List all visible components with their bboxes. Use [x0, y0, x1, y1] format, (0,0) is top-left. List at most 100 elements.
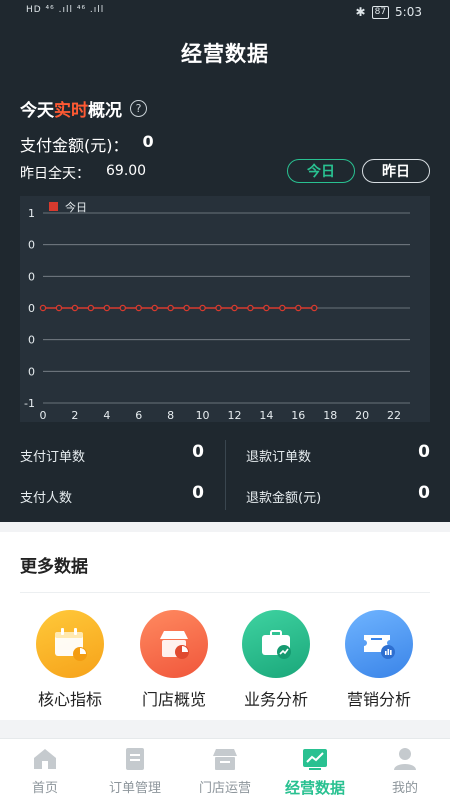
store-overview-label: 门店概览 — [141, 690, 206, 709]
bluetooth-icon: ✱ — [355, 5, 366, 19]
marketing-analysis-tile[interactable]: 营销分析 — [329, 610, 429, 710]
data-point — [279, 304, 286, 312]
yesterday-toggle-button[interactable]: 昨日 — [362, 159, 430, 183]
signal-indicators: HD ⁴⁶ .ıll ⁴⁶ .ıll — [26, 5, 105, 15]
legend-label: 今日 — [65, 200, 87, 214]
business-analysis-tile[interactable]: 业务分析 — [226, 610, 326, 710]
clock: 5:03 — [395, 5, 422, 19]
data-point — [167, 304, 174, 312]
x-tick-label: 8 — [167, 409, 174, 422]
briefcase-chart-icon — [242, 610, 310, 678]
today-toggle-button[interactable]: 今日 — [287, 159, 355, 183]
x-tick-label: 16 — [291, 409, 305, 422]
data-point — [151, 304, 158, 312]
stat-pay-orders-value: 0 — [192, 442, 204, 462]
business-analysis-label: 业务分析 — [243, 690, 308, 709]
yesterday-total: 昨日全天： 69.00 — [20, 163, 146, 183]
user-icon — [394, 748, 416, 770]
bottom-tab-bar: 首页 订单管理 门店运营 经营数据 我的 — [0, 738, 450, 800]
battery-icon: 87 — [371, 5, 390, 19]
x-tick-label: 18 — [323, 409, 337, 422]
tab-store-ops[interactable]: 门店运营 — [180, 747, 270, 796]
data-point — [263, 304, 270, 312]
help-icon[interactable]: ? — [130, 100, 147, 117]
data-point — [231, 304, 238, 312]
stat-pay-orders-label: 支付订单数 — [20, 450, 86, 465]
page-title: 经营数据 — [181, 42, 269, 66]
x-tick-label: 12 — [227, 409, 241, 422]
tab-business-data[interactable]: 经营数据 — [270, 747, 360, 798]
overview-title-suffix: 概况 — [88, 101, 122, 121]
x-tick-label: 10 — [196, 409, 210, 422]
stat-pay-orders: 支付订单数 0 — [20, 440, 204, 470]
data-point — [215, 304, 222, 312]
store-pie-icon — [140, 610, 208, 678]
data-point — [247, 304, 254, 312]
core-metrics-tile[interactable]: 核心指标 — [20, 610, 120, 710]
x-tick-label: 2 — [71, 409, 78, 422]
stat-payers: 支付人数 0 — [20, 481, 204, 511]
stat-refund-orders-value: 0 — [418, 442, 430, 462]
more-data-divider — [20, 592, 430, 593]
stats-grid: 支付订单数 0 退款订单数 0 支付人数 0 退款金额(元) 0 — [0, 432, 450, 522]
tab-mine-label: 我的 — [391, 781, 418, 796]
chart-svg: 100000-10 2 4 6 8 10 12 14 16 18 20 22今日 — [24, 200, 410, 422]
y-tick-label: -1 — [24, 397, 35, 410]
overview-title-prefix: 今天 — [20, 101, 54, 121]
store-icon — [213, 749, 237, 770]
pay-amount-label: 支付金额(元)： — [20, 136, 129, 155]
chart-icon — [303, 749, 327, 770]
x-tick-label: 22 — [387, 409, 401, 422]
overview-title: 今天 实时 概况 ? — [20, 96, 147, 121]
tab-business-data-label: 经营数据 — [284, 779, 345, 797]
data-point — [119, 304, 127, 312]
tab-store-ops-label: 门店运营 — [198, 781, 251, 796]
more-data-section: 更多数据 核心指标 门店概览 业务分析 营销分析 — [0, 532, 450, 720]
y-tick-label: 0 — [28, 302, 35, 315]
tab-orders-label: 订单管理 — [108, 781, 161, 796]
overview-title-accent: 实时 — [54, 101, 88, 121]
yesterday-total-value: 69.00 — [106, 163, 147, 179]
yesterday-total-label: 昨日全天： — [20, 166, 90, 182]
data-point — [87, 304, 95, 312]
x-tick-label: 14 — [259, 409, 273, 422]
order-icon — [126, 748, 144, 770]
y-tick-label: 0 — [28, 239, 35, 252]
dark-panel: HD ⁴⁶ .ıll ⁴⁶ .ıll ✱ 87 5:03 经营数据 今天 实时 … — [0, 0, 450, 522]
stat-refund-amount-value: 0 — [418, 483, 430, 503]
data-point — [39, 304, 47, 312]
data-point — [135, 304, 142, 312]
pay-amount-value: 0 — [142, 132, 154, 151]
ticket-chart-icon — [345, 610, 413, 678]
data-point — [199, 304, 206, 312]
data-point — [183, 304, 190, 312]
status-bar: HD ⁴⁶ .ıll ⁴⁶ .ıll ✱ 87 5:03 — [0, 0, 450, 24]
legend-swatch — [49, 202, 58, 211]
y-tick-label: 0 — [28, 334, 35, 347]
tab-orders[interactable]: 订单管理 — [90, 747, 180, 796]
stat-payers-value: 0 — [192, 483, 204, 503]
stats-divider — [225, 440, 226, 510]
tab-home[interactable]: 首页 — [0, 747, 90, 796]
store-overview-tile[interactable]: 门店概览 — [124, 610, 224, 710]
core-metrics-label: 核心指标 — [37, 690, 102, 709]
stat-refund-amount: 退款金额(元) 0 — [246, 481, 430, 511]
x-tick-label: 4 — [103, 409, 110, 422]
stat-payers-label: 支付人数 — [20, 491, 73, 506]
calendar-chart-icon — [36, 610, 104, 678]
realtime-chart: 1 0 0 0 0 0 -1 0 2 4 6 8 10 12 14 16 18 20 22 今日 — [20, 196, 430, 422]
y-tick-label: 0 — [28, 270, 35, 283]
x-tick-label: 20 — [355, 409, 369, 422]
data-point — [103, 304, 111, 312]
data-point — [311, 304, 318, 312]
y-tick-label: 0 — [28, 365, 35, 378]
pay-amount: 支付金额(元)： 0 — [20, 132, 154, 156]
data-point — [55, 304, 63, 312]
x-tick-label: 0 — [40, 409, 47, 422]
marketing-analysis-label: 营销分析 — [346, 690, 411, 709]
y-tick-label: 1 — [28, 207, 35, 220]
tab-mine[interactable]: 我的 — [360, 747, 450, 796]
stat-refund-orders-label: 退款订单数 — [246, 450, 312, 465]
data-point — [71, 304, 79, 312]
x-tick-label: 6 — [135, 409, 142, 422]
